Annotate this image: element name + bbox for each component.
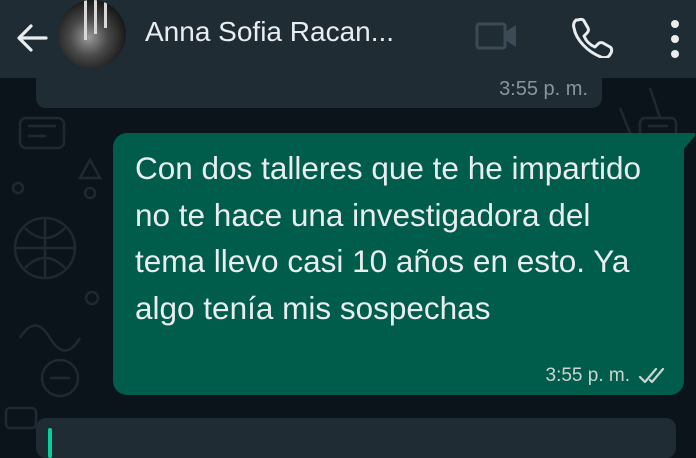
- arrow-left-icon[interactable]: [14, 20, 50, 56]
- avatar[interactable]: [58, 0, 126, 68]
- contact-name[interactable]: Anna Sofia Racan...: [145, 16, 394, 48]
- message-time: 3:55 p. m.: [499, 78, 588, 100]
- message-text: Con dos talleres que te he impartido no …: [135, 150, 650, 326]
- outgoing-message-bubble[interactable]: Con dos talleres que te he impartido no …: [113, 133, 684, 395]
- quote-accent-bar: [48, 428, 52, 458]
- video-camera-icon[interactable]: [474, 18, 520, 54]
- bubble-tail: [682, 133, 696, 151]
- previous-message-bubble[interactable]: 3:55 p. m.: [36, 78, 602, 108]
- phone-icon[interactable]: [570, 14, 614, 58]
- message-time: 3:55 p. m.: [545, 365, 631, 386]
- chat-header: Anna Sofia Racan...: [0, 0, 696, 78]
- message-meta: 3:55 p. m.: [546, 365, 669, 387]
- more-vertical-icon[interactable]: [668, 14, 682, 64]
- double-check-icon: [638, 367, 665, 384]
- next-message-bubble[interactable]: [36, 418, 676, 458]
